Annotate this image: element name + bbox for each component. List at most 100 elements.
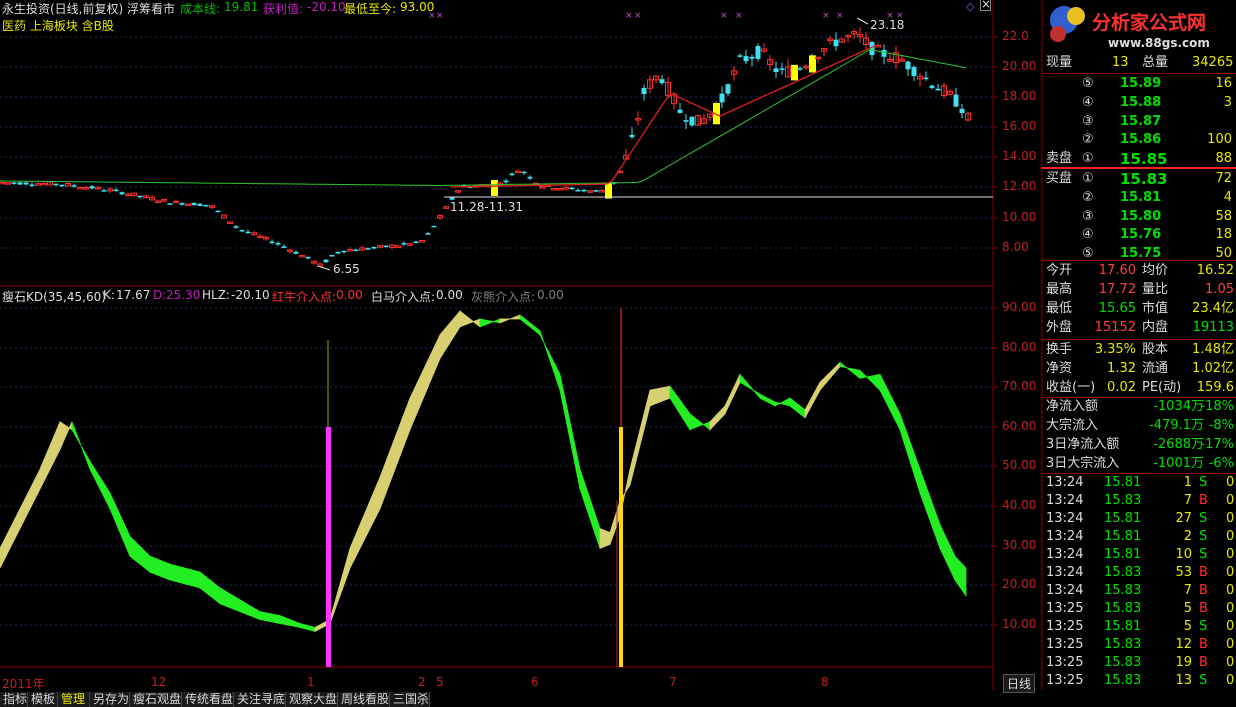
svg-text:×: × (822, 11, 830, 21)
tick-price: 15.81 (1104, 529, 1142, 544)
flow-label: 3日净流入额 (1046, 437, 1120, 452)
low-annotation: 6.55 (333, 262, 360, 276)
cost-label: 成本线: (180, 2, 221, 16)
tab-4[interactable]: 瘦石观盘 (130, 692, 182, 707)
tick-price: 15.83 (1104, 655, 1142, 670)
tick-count: 0 (1226, 619, 1235, 634)
ask-volume: 88 (1215, 151, 1232, 167)
tab-6[interactable]: 关注寻底 (234, 692, 286, 707)
profit-value: -20.10 (307, 0, 346, 14)
ask-volume: 16 (1215, 76, 1232, 91)
close-pane-icon[interactable]: × (980, 0, 991, 11)
flow-label: 净流入额 (1046, 399, 1099, 414)
time-label-1: 1 (307, 675, 315, 689)
tick-side: S (1199, 529, 1208, 544)
period-button[interactable]: 日线 (1003, 674, 1036, 693)
time-label-12: 12 (151, 675, 167, 689)
stat-value: 16.52 (1196, 263, 1234, 278)
tab-1[interactable]: 模板 (28, 692, 58, 707)
flow-percent: -17% (1200, 437, 1234, 452)
tick-time: 13:24 (1046, 475, 1084, 490)
tick-time: 13:25 (1046, 637, 1084, 652)
price-tick: 18.00 (1002, 89, 1037, 103)
price-tick: 8.00 (1002, 240, 1029, 254)
finance-value: 1.48亿 (1192, 342, 1234, 357)
diamond-icon[interactable]: ◇ (966, 0, 974, 13)
k-label: K: (103, 288, 115, 302)
time-label-8: 8 (821, 675, 829, 689)
finance-value: 0.02 (1107, 380, 1136, 395)
bid-label: 买盘 (1046, 171, 1073, 186)
tick-volume: 19 (1175, 655, 1192, 670)
tick-side: S (1199, 619, 1208, 634)
tick-time: 13:24 (1046, 529, 1084, 544)
finance-value: 159.6 (1196, 380, 1234, 395)
tick-side: S (1199, 673, 1208, 688)
tick-price: 15.83 (1104, 565, 1142, 580)
kd-band-fill (0, 309, 967, 633)
time-label-6: 6 (531, 675, 539, 689)
stat-value: 17.60 (1098, 263, 1136, 278)
svg-text:×: × (625, 11, 633, 21)
tick-volume: 7 (1183, 583, 1192, 598)
flow-amount: -1034万 (1153, 399, 1204, 414)
bid-level: ② (1082, 189, 1094, 205)
indicator-gridlines (0, 307, 998, 626)
tick-time: 13:25 (1046, 601, 1084, 616)
bid-volume: 18 (1215, 227, 1232, 243)
indicator-name[interactable]: 瘦石KD(35,45,60) (2, 288, 106, 305)
indicator-tick: 20.00 (1002, 577, 1037, 591)
stat-label: 最高 (1046, 282, 1073, 297)
tab-5[interactable]: 传统看盘 (182, 692, 234, 707)
tick-time: 13:24 (1046, 511, 1084, 526)
ask-price: 15.85 (1120, 150, 1168, 169)
tab-7[interactable]: 观察大盘 (286, 692, 338, 707)
tick-count: 0 (1226, 601, 1235, 616)
tick-side: B (1199, 637, 1208, 652)
volume-total-value: 34265 (1192, 55, 1234, 70)
tab-3[interactable]: 另存为 (90, 692, 130, 707)
stat-value: 15152 (1094, 320, 1136, 335)
stat-label: 市值 (1142, 301, 1169, 316)
tab-2[interactable]: 管理 (58, 692, 90, 707)
stat-value: 19113 (1192, 320, 1234, 335)
tick-volume: 13 (1175, 673, 1192, 688)
bid-ask-divider (1042, 167, 1236, 169)
hlz-label: HLZ: (202, 288, 230, 302)
low-value: 93.00 (400, 0, 435, 14)
ask-price: 15.89 (1120, 76, 1162, 91)
tick-volume: 12 (1175, 637, 1192, 652)
tab-0[interactable]: 指标 (0, 692, 28, 707)
tick-side: S (1199, 475, 1208, 490)
logo: 分析家公式网 www.88gs.com (1044, 0, 1236, 54)
indicator-tick: 40.00 (1002, 498, 1037, 512)
tick-time: 13:25 (1046, 655, 1084, 670)
finance-label: 股本 (1142, 342, 1169, 357)
tick-price: 15.83 (1104, 583, 1142, 598)
gray-entry-label: 灰熊介入点: (471, 290, 536, 304)
tick-count: 0 (1226, 655, 1235, 670)
flow-percent: -6% (1208, 456, 1234, 471)
tick-time: 13:24 (1046, 565, 1084, 580)
tick-price: 15.81 (1104, 511, 1142, 526)
tick-side: B (1199, 583, 1208, 598)
tick-count: 0 (1226, 529, 1235, 544)
tick-count: 0 (1226, 511, 1235, 526)
bid-volume: 58 (1215, 208, 1232, 224)
finance-label: 收益(一) (1046, 380, 1096, 395)
tick-price: 15.81 (1104, 547, 1142, 562)
ask-volume: 100 (1207, 132, 1232, 148)
bid-price: 15.83 (1120, 170, 1168, 188)
tick-time: 13:25 (1046, 619, 1084, 634)
volume-now-value: 13 (1112, 55, 1129, 70)
tab-8[interactable]: 周线看股 (338, 692, 390, 707)
tab-9[interactable]: 三国杀 (390, 692, 430, 707)
time-label-5: 5 (436, 675, 444, 689)
price-tick: 10.00 (1002, 210, 1037, 224)
tick-count: 0 (1226, 673, 1235, 688)
finance-label: PE(动) (1142, 380, 1182, 395)
tick-side: B (1199, 601, 1208, 616)
svg-text:×: × (720, 11, 728, 21)
panel-separator (1042, 260, 1236, 261)
red-entry-value: 0.00 (336, 288, 363, 302)
